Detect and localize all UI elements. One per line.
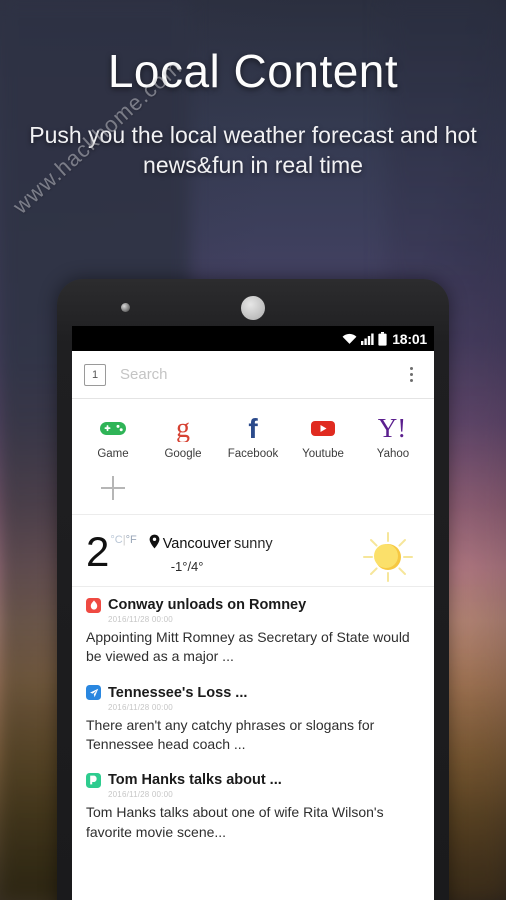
search-input[interactable]: Search <box>120 366 400 383</box>
earpiece-speaker-icon <box>241 296 265 320</box>
plus-icon <box>101 476 125 500</box>
news-header: Conway unloads on Romney <box>86 597 420 613</box>
shortcut-game[interactable]: Game <box>78 409 148 466</box>
shortcut-google[interactable]: g Google <box>148 409 218 466</box>
news-feed: Conway unloads on Romney 2016/11/28 00:0… <box>72 587 434 854</box>
news-snippet: Tom Hanks talks about one of wife Rita W… <box>86 804 384 840</box>
shortcut-label: Youtube <box>302 448 344 460</box>
promo-screenshot: Local Content Push you the local weather… <box>0 0 506 900</box>
temperature-unit-toggle[interactable]: °C|°F <box>110 529 136 546</box>
shortcut-yahoo[interactable]: Y! Yahoo <box>358 409 428 466</box>
unit-fahrenheit[interactable]: °F <box>126 534 137 546</box>
svg-text:f: f <box>248 414 258 442</box>
weather-temperature: 2 <box>86 528 110 575</box>
news-title: Tom Hanks talks about ... <box>108 772 282 789</box>
news-source-blue-icon <box>86 685 101 701</box>
cellular-signal-icon <box>361 333 374 345</box>
news-snippet: Appointing Mitt Romney as Secretary of S… <box>86 629 410 665</box>
sun-icon <box>360 529 416 585</box>
shortcut-label: Game <box>97 448 129 460</box>
battery-icon <box>378 331 387 346</box>
shortcut-label: Yahoo <box>376 448 410 460</box>
list-item[interactable]: Tennessee's Loss ... 2016/11/28 00:00 Th… <box>72 675 434 763</box>
status-bar: 18:01 <box>72 326 434 351</box>
weather-widget[interactable]: 2 °C|°F Vancouver sunny -1°/4° <box>72 515 434 587</box>
facebook-f-icon: f <box>238 413 268 443</box>
browser-toolbar: 1 Search <box>72 351 434 399</box>
svg-text:g: g <box>176 414 190 442</box>
yahoo-y-icon: Y! <box>378 413 408 443</box>
overflow-menu-icon[interactable] <box>400 367 422 382</box>
news-source-green-icon <box>86 772 101 788</box>
news-date: 2016/11/28 00:00 <box>108 702 173 712</box>
status-bar-clock: 18:01 <box>392 330 427 347</box>
news-header: Tennessee's Loss ... <box>86 685 420 701</box>
news-snippet: There aren't any catchy phrases or sloga… <box>86 716 375 752</box>
wifi-icon <box>342 333 357 345</box>
shortcut-youtube[interactable]: Youtube <box>288 409 358 466</box>
shortcut-label: Google <box>164 448 202 460</box>
phone-mockup: 18:01 1 Search Game g Google f Facebook … <box>57 279 449 900</box>
svg-text:Y!: Y! <box>378 414 406 442</box>
news-title: Tennessee's Loss ... <box>108 684 248 701</box>
shortcut-row: Game g Google f Facebook Youtube Y! Yaho… <box>78 409 428 466</box>
google-g-icon: g <box>168 413 198 443</box>
page-subtitle: Push you the local weather forecast and … <box>29 122 477 179</box>
weather-condition: sunny <box>233 535 273 552</box>
location-pin-icon <box>149 534 160 553</box>
tab-counter-button[interactable]: 1 <box>84 363 106 386</box>
unit-celsius[interactable]: °C <box>110 534 122 546</box>
gamepad-icon <box>98 413 128 443</box>
phone-screen: 18:01 1 Search Game g Google f Facebook … <box>72 326 434 900</box>
list-item[interactable]: Tom Hanks talks about ... 2016/11/28 00:… <box>72 762 434 850</box>
news-source-red-icon <box>86 597 101 613</box>
news-date: 2016/11/28 00:00 <box>108 790 173 800</box>
front-camera-icon <box>121 303 130 312</box>
news-title: Conway unloads on Romney <box>108 597 307 613</box>
shortcut-grid: Game g Google f Facebook Youtube Y! Yaho… <box>72 399 434 515</box>
page-title: Local Content <box>107 45 399 97</box>
shortcut-label: Facebook <box>227 448 279 460</box>
news-header: Tom Hanks talks about ... <box>86 772 420 788</box>
list-item[interactable]: Conway unloads on Romney 2016/11/28 00:0… <box>72 587 434 675</box>
news-date: 2016/11/28 00:00 <box>108 615 173 624</box>
youtube-play-icon <box>308 413 338 443</box>
shortcut-facebook[interactable]: f Facebook <box>218 409 288 466</box>
weather-city: Vancouver <box>162 535 231 552</box>
add-shortcut-button[interactable] <box>78 466 148 508</box>
